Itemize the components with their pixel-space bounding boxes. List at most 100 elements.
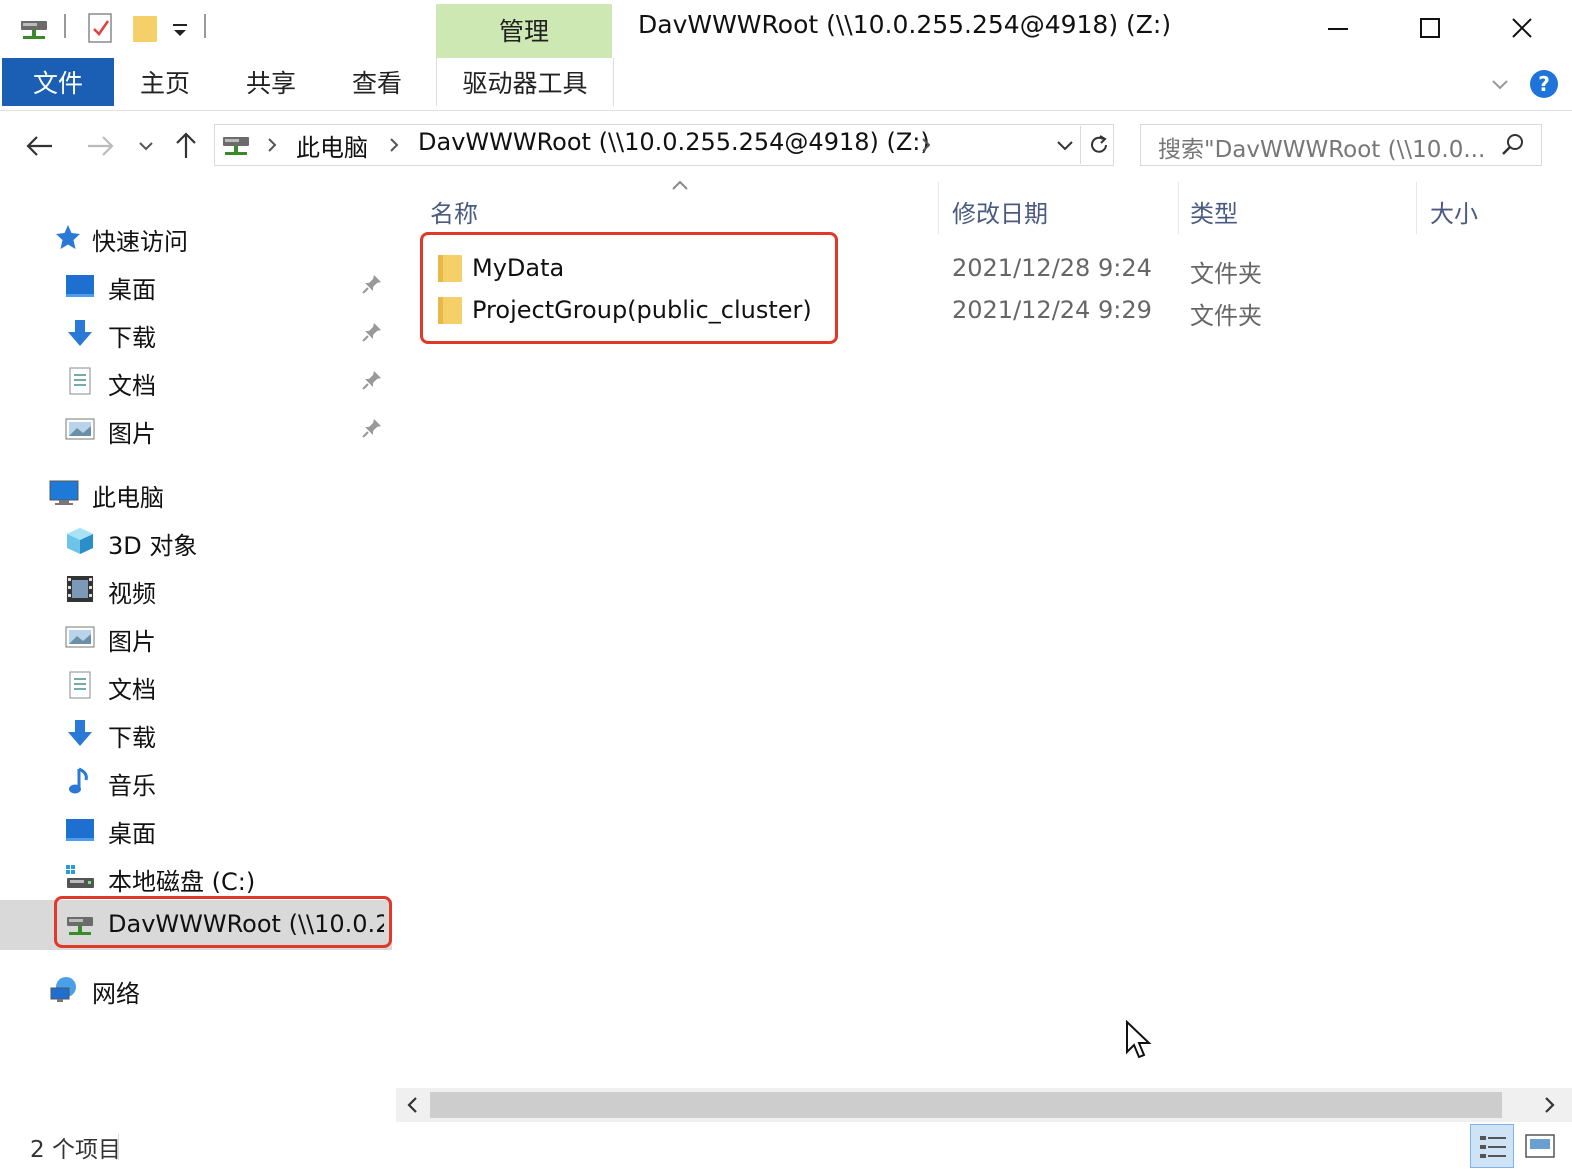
- tab-share[interactable]: 共享: [226, 58, 316, 106]
- breadcrumb-chevron-icon[interactable]: [918, 136, 934, 154]
- sidebar-item-label: 视频: [108, 580, 156, 608]
- column-divider[interactable]: [1416, 182, 1417, 234]
- column-divider[interactable]: [938, 182, 939, 234]
- sidebar-item-label: 文档: [108, 676, 156, 704]
- sidebar-item-videos[interactable]: 视频: [0, 566, 392, 612]
- scroll-right-icon[interactable]: [1538, 1094, 1560, 1116]
- tab-drive-tools[interactable]: 驱动器工具: [436, 58, 614, 106]
- minimize-button[interactable]: [1292, 0, 1384, 56]
- tab-home[interactable]: 主页: [120, 58, 210, 106]
- forward-arrow-icon[interactable]: [84, 132, 116, 160]
- ribbon-expand-icon[interactable]: [1488, 72, 1512, 96]
- desktop-icon: [66, 819, 94, 841]
- computer-icon: [49, 480, 79, 505]
- address-dropdown-icon[interactable]: [1054, 134, 1076, 156]
- manage-context-tab[interactable]: 管理: [436, 12, 612, 48]
- details-view-button[interactable]: [1470, 1124, 1514, 1168]
- status-bar: 2 个项目: [0, 1124, 1572, 1174]
- sidebar-item-pictures[interactable]: 图片: [0, 614, 392, 660]
- sidebar-item-downloads[interactable]: 下载: [0, 710, 392, 756]
- tab-file[interactable]: 文件: [2, 58, 114, 106]
- large-icons-view-icon: [1525, 1134, 1555, 1158]
- ribbon-tabs: 文件 主页 共享 查看 驱动器工具 ?: [0, 58, 1572, 111]
- sidebar-item-documents-pinned[interactable]: 文档: [0, 358, 392, 404]
- sidebar-item-network[interactable]: 网络: [0, 966, 392, 1012]
- close-button[interactable]: [1476, 0, 1568, 56]
- sidebar-item-this-pc[interactable]: 此电脑: [0, 470, 392, 516]
- properties-icon[interactable]: [86, 12, 116, 44]
- recent-locations-icon[interactable]: [136, 136, 156, 156]
- pin-icon[interactable]: [360, 416, 384, 440]
- sidebar-item-label: 此电脑: [92, 484, 164, 512]
- refresh-icon[interactable]: [1086, 132, 1112, 158]
- minimize-icon: [1328, 28, 1348, 30]
- sidebar-item-label: 桌面: [108, 276, 156, 304]
- sidebar-item-documents[interactable]: 文档: [0, 662, 392, 708]
- column-divider[interactable]: [1178, 182, 1179, 234]
- file-type: 文件夹: [1190, 302, 1262, 330]
- scrollbar-thumb[interactable]: [430, 1092, 1502, 1118]
- sidebar-item-desktop-pinned[interactable]: 桌面: [0, 262, 392, 308]
- help-icon[interactable]: ?: [1528, 68, 1560, 100]
- navigation-pane: 快速访问 桌面 下载 文档 图片 此电脑 3D 对象 视频 图片 文档 下载 音…: [0, 178, 394, 1086]
- sidebar-item-label: 3D 对象: [108, 532, 198, 560]
- maximize-button[interactable]: [1384, 0, 1476, 56]
- file-date: 2021/12/24 9:29: [952, 296, 1152, 324]
- close-icon: [1512, 18, 1532, 38]
- pictures-icon: [65, 418, 95, 440]
- sort-ascending-icon: [672, 180, 688, 190]
- up-arrow-icon[interactable]: [172, 130, 200, 160]
- column-header-name[interactable]: 名称: [430, 194, 478, 229]
- item-count: 2 个项目: [30, 1137, 121, 1163]
- window-title: DavWWWRoot (\\10.0.255.254@4918) (Z:): [638, 10, 1172, 39]
- scroll-left-icon[interactable]: [402, 1094, 424, 1116]
- search-input[interactable]: 搜索"DavWWWRoot (\\10.0...: [1158, 130, 1485, 164]
- breadcrumb-current-drive[interactable]: DavWWWRoot (\\10.0.255.254@4918) (Z:): [418, 128, 930, 156]
- svg-text:?: ?: [1538, 72, 1550, 96]
- local-disk-icon: [66, 865, 94, 888]
- sidebar-item-quick-access[interactable]: 快速访问: [0, 214, 392, 260]
- sidebar-item-downloads-pinned[interactable]: 下载: [0, 310, 392, 356]
- pin-icon[interactable]: [360, 320, 384, 344]
- pin-icon[interactable]: [360, 272, 384, 296]
- breadcrumb-this-pc[interactable]: 此电脑: [296, 128, 368, 163]
- toolbar-separator: [64, 14, 66, 38]
- maximize-icon: [1420, 18, 1440, 38]
- sidebar-item-desktop[interactable]: 桌面: [0, 806, 392, 852]
- sidebar-item-label: 快速访问: [92, 228, 188, 256]
- sidebar-item-label: 网络: [92, 980, 140, 1008]
- large-icons-view-button[interactable]: [1518, 1124, 1562, 1168]
- pin-icon[interactable]: [360, 368, 384, 392]
- toolbar-separator: [204, 14, 206, 38]
- pictures-icon: [65, 626, 95, 648]
- breadcrumb-chevron-icon[interactable]: [264, 136, 280, 154]
- column-header-type[interactable]: 类型: [1190, 194, 1238, 229]
- breadcrumb-chevron-icon[interactable]: [386, 136, 402, 154]
- new-folder-icon[interactable]: [130, 12, 160, 44]
- details-view-icon: [1480, 1136, 1506, 1158]
- document-icon: [69, 671, 91, 699]
- download-arrow-icon: [68, 320, 92, 346]
- document-icon: [69, 367, 91, 395]
- search-icon[interactable]: [1500, 132, 1526, 158]
- sidebar-item-3d-objects[interactable]: 3D 对象: [0, 518, 392, 564]
- sidebar-item-label: 下载: [108, 724, 156, 752]
- back-arrow-icon[interactable]: [24, 132, 56, 160]
- sidebar-item-label: 文档: [108, 372, 156, 400]
- highlight-box-drive: [54, 896, 392, 948]
- download-arrow-icon: [68, 720, 92, 746]
- sidebar-item-label: 桌面: [108, 820, 156, 848]
- mouse-cursor-icon: [1126, 1020, 1152, 1059]
- sidebar-item-label: 图片: [108, 628, 156, 656]
- column-header-date[interactable]: 修改日期: [952, 194, 1048, 229]
- star-icon: [56, 225, 80, 249]
- sidebar-item-pictures-pinned[interactable]: 图片: [0, 406, 392, 452]
- file-type: 文件夹: [1190, 260, 1262, 288]
- address-divider: [1080, 126, 1081, 164]
- sidebar-item-label: 本地磁盘 (C:): [108, 868, 256, 896]
- customize-toolbar-icon[interactable]: [170, 12, 190, 44]
- sidebar-item-music[interactable]: 音乐: [0, 758, 392, 804]
- column-header-size[interactable]: 大小: [1430, 194, 1478, 229]
- tab-view[interactable]: 查看: [332, 58, 422, 106]
- sidebar-item-local-disk-c[interactable]: 本地磁盘 (C:): [0, 854, 392, 900]
